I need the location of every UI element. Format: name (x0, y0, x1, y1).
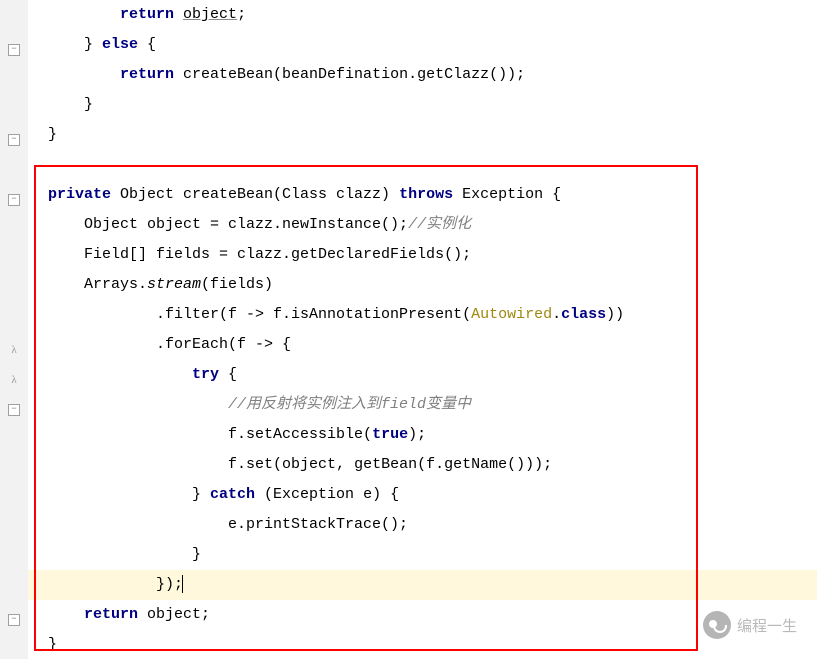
code-line[interactable]: return object; (28, 600, 817, 630)
code-line[interactable] (28, 150, 817, 180)
param: object (282, 456, 336, 473)
code-line[interactable]: private Object createBean(Class clazz) t… (28, 180, 817, 210)
variable: object (183, 6, 237, 23)
code-line[interactable]: return createBean(beanDefination.getClaz… (28, 60, 817, 90)
code-editor[interactable]: − − − λ λ − − return object; } else { re… (0, 0, 817, 659)
keyword-catch: catch (210, 486, 255, 503)
code-line[interactable]: f.setAccessible(true); (28, 420, 817, 450)
keyword-try: try (192, 366, 219, 383)
keyword-else: else (102, 36, 138, 53)
keyword-return: return (84, 606, 138, 623)
code-line[interactable]: } (28, 120, 817, 150)
code-line[interactable]: return object; (28, 0, 817, 30)
code-line[interactable]: Object object = clazz.newInstance();//实例… (28, 210, 817, 240)
code-line[interactable]: .filter(f -> f.isAnnotationPresent(Autow… (28, 300, 817, 330)
text-caret (182, 575, 183, 593)
code-area[interactable]: return object; } else { return createBea… (28, 0, 817, 659)
watermark-icon (703, 611, 731, 639)
fold-marker[interactable]: − (0, 605, 28, 635)
code-line[interactable]: } catch (Exception e) { (28, 480, 817, 510)
lambda-icon: λ (0, 335, 28, 365)
comment: //实例化 (408, 216, 471, 233)
gutter: − − − λ λ − − (0, 0, 29, 659)
fold-marker[interactable]: − (0, 185, 28, 215)
code-line[interactable]: f.set(object, getBean(f.getName())); (28, 450, 817, 480)
keyword-true: true (372, 426, 408, 443)
class-ref: Autowired (471, 306, 552, 323)
keyword-return: return (120, 66, 174, 83)
code-line[interactable]: e.printStackTrace(); (28, 510, 817, 540)
code-line[interactable]: } (28, 90, 817, 120)
lambda-icon: λ (0, 365, 28, 395)
code-line[interactable]: Field[] fields = clazz.getDeclaredFields… (28, 240, 817, 270)
fold-marker[interactable]: − (0, 35, 28, 65)
code-line[interactable]: } (28, 540, 817, 570)
comment: //用反射将实例注入到field变量中 (228, 396, 471, 413)
watermark-text: 编程一生 (737, 615, 797, 636)
fold-marker[interactable]: − (0, 395, 28, 425)
keyword-throws: throws (399, 186, 453, 203)
code-text: Field[] fields = clazz.getDeclaredFields… (48, 246, 471, 263)
keyword-class: class (561, 306, 606, 323)
keyword-return: return (120, 6, 174, 23)
watermark: 编程一生 (703, 611, 797, 639)
code-line-active[interactable]: }); (28, 570, 817, 600)
code-line[interactable]: .forEach(f -> { (28, 330, 817, 360)
code-line[interactable]: //用反射将实例注入到field变量中 (28, 390, 817, 420)
keyword-private: private (48, 186, 111, 203)
code-line[interactable]: } (28, 630, 817, 659)
method: stream (147, 276, 201, 293)
code-line[interactable]: try { (28, 360, 817, 390)
code-line[interactable]: } else { (28, 30, 817, 60)
code-line[interactable]: Arrays.stream(fields) (28, 270, 817, 300)
fold-marker[interactable]: − (0, 125, 28, 155)
